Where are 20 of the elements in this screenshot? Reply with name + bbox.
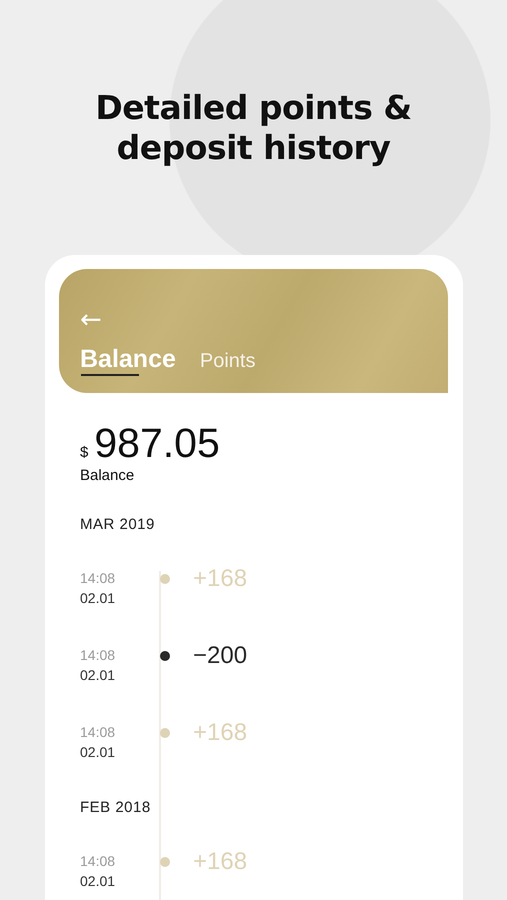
balance-amount: 987.05 <box>94 421 220 465</box>
entry-time: 14:08 <box>80 853 116 869</box>
entry-time: 14:08 <box>80 647 116 663</box>
tab[interactable]: Balance <box>80 345 176 378</box>
entry-time: 14:08 <box>80 724 116 740</box>
entry-date: 02.01 <box>80 744 116 760</box>
month-heading: MAR 2019 <box>80 516 156 535</box>
headline: Detailed points & deposit history <box>94 88 413 168</box>
entry-date: 02.01 <box>80 873 116 889</box>
month-heading: FEB 2018 <box>80 799 152 818</box>
entry-date: 02.01 <box>80 667 116 683</box>
entry-time: 14:08 <box>80 570 116 586</box>
currency-symbol: $ <box>80 444 88 461</box>
entry-amount: −200 <box>193 642 248 670</box>
tab[interactable]: Points <box>200 350 256 377</box>
entry-amount: +168 <box>193 565 248 593</box>
entry-date: 02.01 <box>80 590 116 606</box>
entry-amount: +168 <box>193 719 248 747</box>
entry-amount: +168 <box>193 848 248 876</box>
balance-label: Balance <box>80 467 136 484</box>
